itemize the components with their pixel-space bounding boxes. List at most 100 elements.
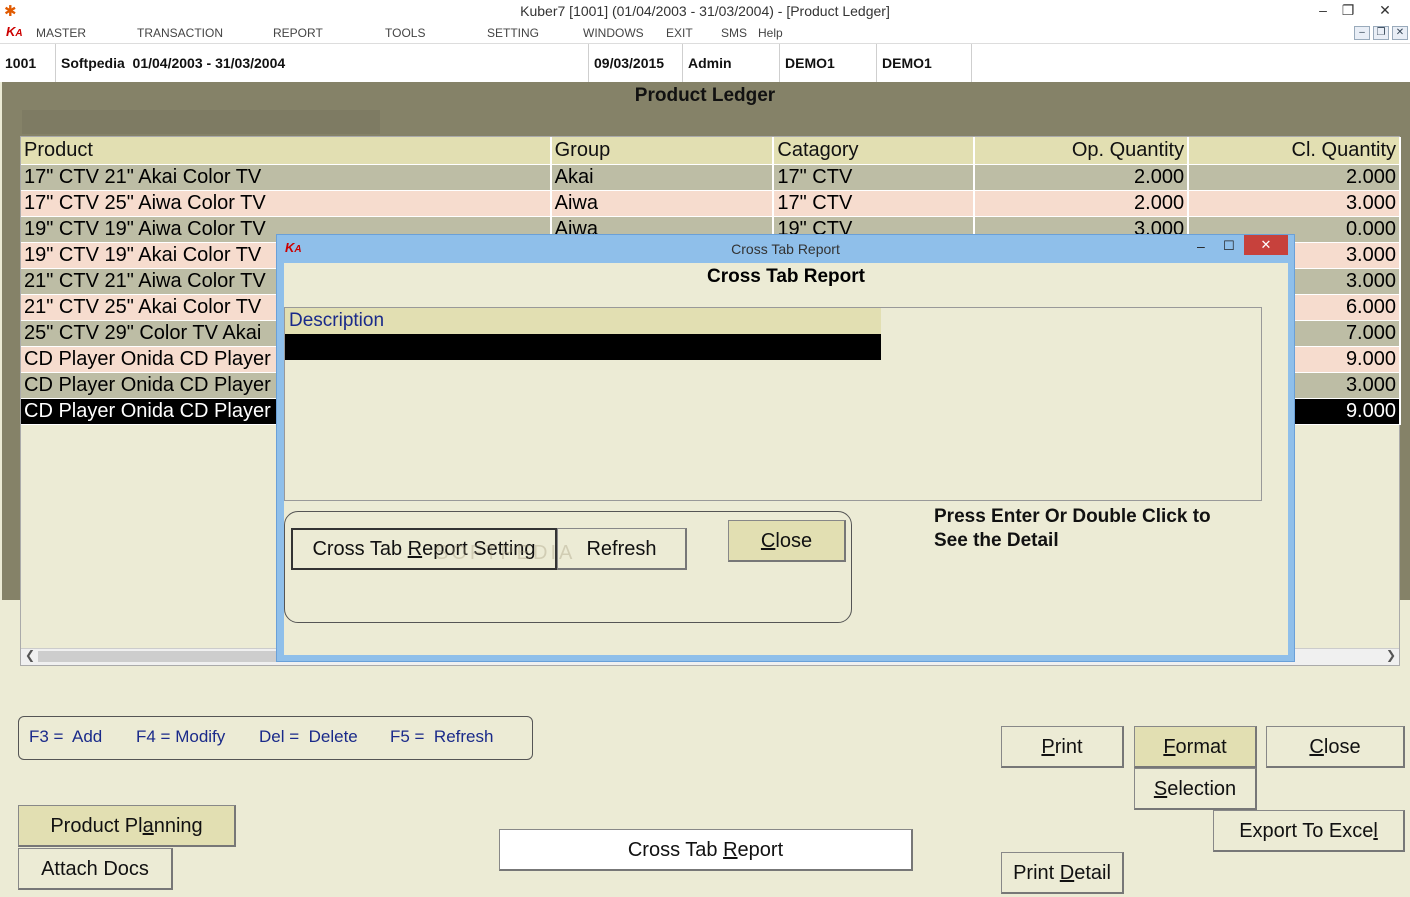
close-button[interactable]: Close	[1266, 726, 1405, 768]
description-header[interactable]: Description	[285, 308, 881, 334]
export-to-excel-button[interactable]: Export To Excel	[1213, 810, 1405, 852]
btn-accel: P	[1041, 736, 1055, 758]
col-header-category[interactable]: Catagory	[773, 137, 976, 165]
btn-text: Cross Tab	[312, 538, 408, 560]
dialog-hint-line2: See the Detail	[934, 530, 1059, 551]
selection-button[interactable]: Selection	[1134, 768, 1257, 810]
cell-group: Aiwa	[550, 190, 775, 217]
menu-tools[interactable]: TOOLS	[385, 26, 425, 40]
table-row[interactable]: 17" CTV 21" Akai Color TV Akai 17" CTV 2.00…	[21, 164, 1401, 191]
btn-accel: R	[723, 839, 738, 861]
btn-accel: F	[1163, 736, 1176, 758]
cell-product: 17" CTV 25" Aiwa Color TV	[21, 190, 552, 217]
watermark: SOFTPEDIA	[435, 542, 576, 564]
dialog-hint-line1: Press Enter Or Double Click to	[934, 506, 1211, 527]
btn-accel: S	[1153, 778, 1168, 800]
cross-tab-dialog[interactable]: KA Cross Tab Report – ☐ ✕ Cross Tab Repo…	[276, 234, 1295, 662]
status-database-2: DEMO1	[877, 44, 972, 82]
cell-category: 17" CTV	[773, 190, 976, 217]
title-bar: ✱ Kuber7 [1001] (01/04/2003 - 31/03/2004…	[0, 0, 1410, 23]
cross-tab-report-button[interactable]: Cross Tab Report	[499, 829, 913, 871]
menu-sms[interactable]: SMS	[721, 26, 747, 40]
menu-report[interactable]: REPORT	[273, 26, 323, 40]
btn-text: Product Pl	[50, 815, 143, 837]
btn-accel: a	[142, 815, 154, 837]
mdi-minimize-icon[interactable]: –	[1354, 26, 1370, 40]
dialog-close-icon[interactable]: ✕	[1244, 235, 1288, 255]
format-button[interactable]: Format	[1134, 726, 1257, 768]
btn-text: eport	[737, 839, 784, 861]
btn-accel: R	[407, 538, 423, 560]
status-user: Admin	[683, 44, 780, 82]
restore-icon[interactable]: ❐	[1331, 0, 1365, 22]
window-title: Kuber7 [1001] (01/04/2003 - 31/03/2004) …	[520, 3, 890, 19]
attach-docs-button[interactable]: Attach Docs	[18, 848, 173, 890]
btn-accel: C	[760, 530, 776, 552]
btn-text: etail	[1074, 862, 1111, 884]
print-button[interactable]: Print	[1001, 726, 1124, 768]
grid-header-row: Product Group Catagory Op. Quantity Cl. …	[21, 137, 1401, 165]
dialog-title: Cross Tab Report	[731, 241, 840, 257]
dialog-title-bar[interactable]: KA Cross Tab Report – ☐ ✕	[277, 235, 1294, 263]
dialog-body: Cross Tab Report Description Cross Tab R…	[284, 263, 1288, 655]
shortcut-add: F3 = Add	[29, 727, 103, 746]
menu-bar: KA MASTER TRANSACTION REPORT TOOLS SETTI…	[0, 23, 1410, 43]
cell-op-quantity: 2.000	[974, 164, 1190, 191]
btn-accel: C	[1309, 736, 1324, 758]
status-database-1: DEMO1	[780, 44, 877, 82]
cell-category: 17" CTV	[773, 164, 976, 191]
btn-text: nning	[153, 815, 203, 837]
table-row[interactable]: 17" CTV 25" Aiwa Color TV Aiwa 17" CTV 2.00…	[21, 190, 1401, 217]
mdi-close-icon[interactable]: ✕	[1392, 26, 1408, 40]
btn-text: Print	[1013, 862, 1060, 884]
filter-bar	[22, 110, 380, 134]
page-title: Product Ledger	[634, 85, 776, 106]
btn-text: ormat	[1175, 736, 1227, 758]
status-date: 09/03/2015	[589, 44, 683, 82]
btn-accel: D	[1059, 862, 1075, 884]
app-logo-icon: KA	[6, 24, 23, 39]
dialog-refresh-button[interactable]: Refresh	[557, 528, 687, 570]
cell-op-quantity: 2.000	[974, 190, 1190, 217]
shortcut-delete: Del = Delete	[259, 727, 358, 746]
menu-master[interactable]: MASTER	[36, 26, 86, 40]
print-detail-button[interactable]: Print Detail	[1001, 852, 1124, 894]
cell-cl-quantity: 2.000	[1188, 164, 1401, 191]
btn-text: Cross Tab	[627, 839, 724, 861]
col-header-group[interactable]: Group	[550, 137, 775, 165]
menu-transaction[interactable]: TRANSACTION	[137, 26, 223, 40]
dialog-maximize-icon[interactable]: ☐	[1223, 238, 1235, 254]
menu-help[interactable]: Help	[758, 26, 783, 40]
cell-group: Akai	[550, 164, 775, 191]
dialog-hint: Press Enter Or Double Click to See the D…	[934, 505, 1211, 553]
menu-setting[interactable]: SETTING	[487, 26, 539, 40]
description-list[interactable]: Description	[284, 307, 1262, 501]
shortcut-modify: F4 = Modify	[136, 727, 226, 746]
shortcut-refresh: F5 = Refresh	[390, 727, 494, 746]
col-header-cl-quantity[interactable]: Cl. Quantity	[1188, 137, 1401, 165]
dialog-heading: Cross Tab Report	[706, 266, 865, 287]
btn-text: lose	[775, 530, 813, 552]
scroll-right-icon[interactable]: ❯	[1386, 648, 1396, 662]
btn-text: rint	[1054, 736, 1083, 758]
col-header-product[interactable]: Product	[21, 137, 552, 165]
cell-cl-quantity: 3.000	[1188, 190, 1401, 217]
description-selected-row[interactable]	[285, 334, 881, 360]
scroll-left-icon[interactable]: ❮	[25, 648, 35, 662]
btn-text: lose	[1323, 736, 1361, 758]
close-icon[interactable]: ✕	[1368, 0, 1402, 22]
cell-product: 17" CTV 21" Akai Color TV	[21, 164, 552, 191]
dialog-close-button[interactable]: Close	[728, 520, 846, 562]
status-company-code: 1001	[0, 44, 56, 82]
status-company-period: Softpedia 01/04/2003 - 31/03/2004	[56, 44, 589, 82]
mdi-restore-icon[interactable]: ❐	[1373, 26, 1389, 40]
menu-windows[interactable]: WINDOWS	[583, 26, 644, 40]
product-planning-button[interactable]: Product Planning	[18, 805, 236, 847]
status-bar: 1001 Softpedia 01/04/2003 - 31/03/2004 0…	[0, 43, 1410, 82]
col-header-op-quantity[interactable]: Op. Quantity	[974, 137, 1190, 165]
btn-accel: l	[1373, 820, 1378, 842]
shortcut-legend: F3 = Add F4 = Modify Del = Delete F5 = R…	[18, 716, 533, 760]
dialog-minimize-icon[interactable]: –	[1197, 238, 1205, 254]
btn-text: Export To Exce	[1239, 820, 1374, 842]
menu-exit[interactable]: EXIT	[666, 26, 693, 40]
